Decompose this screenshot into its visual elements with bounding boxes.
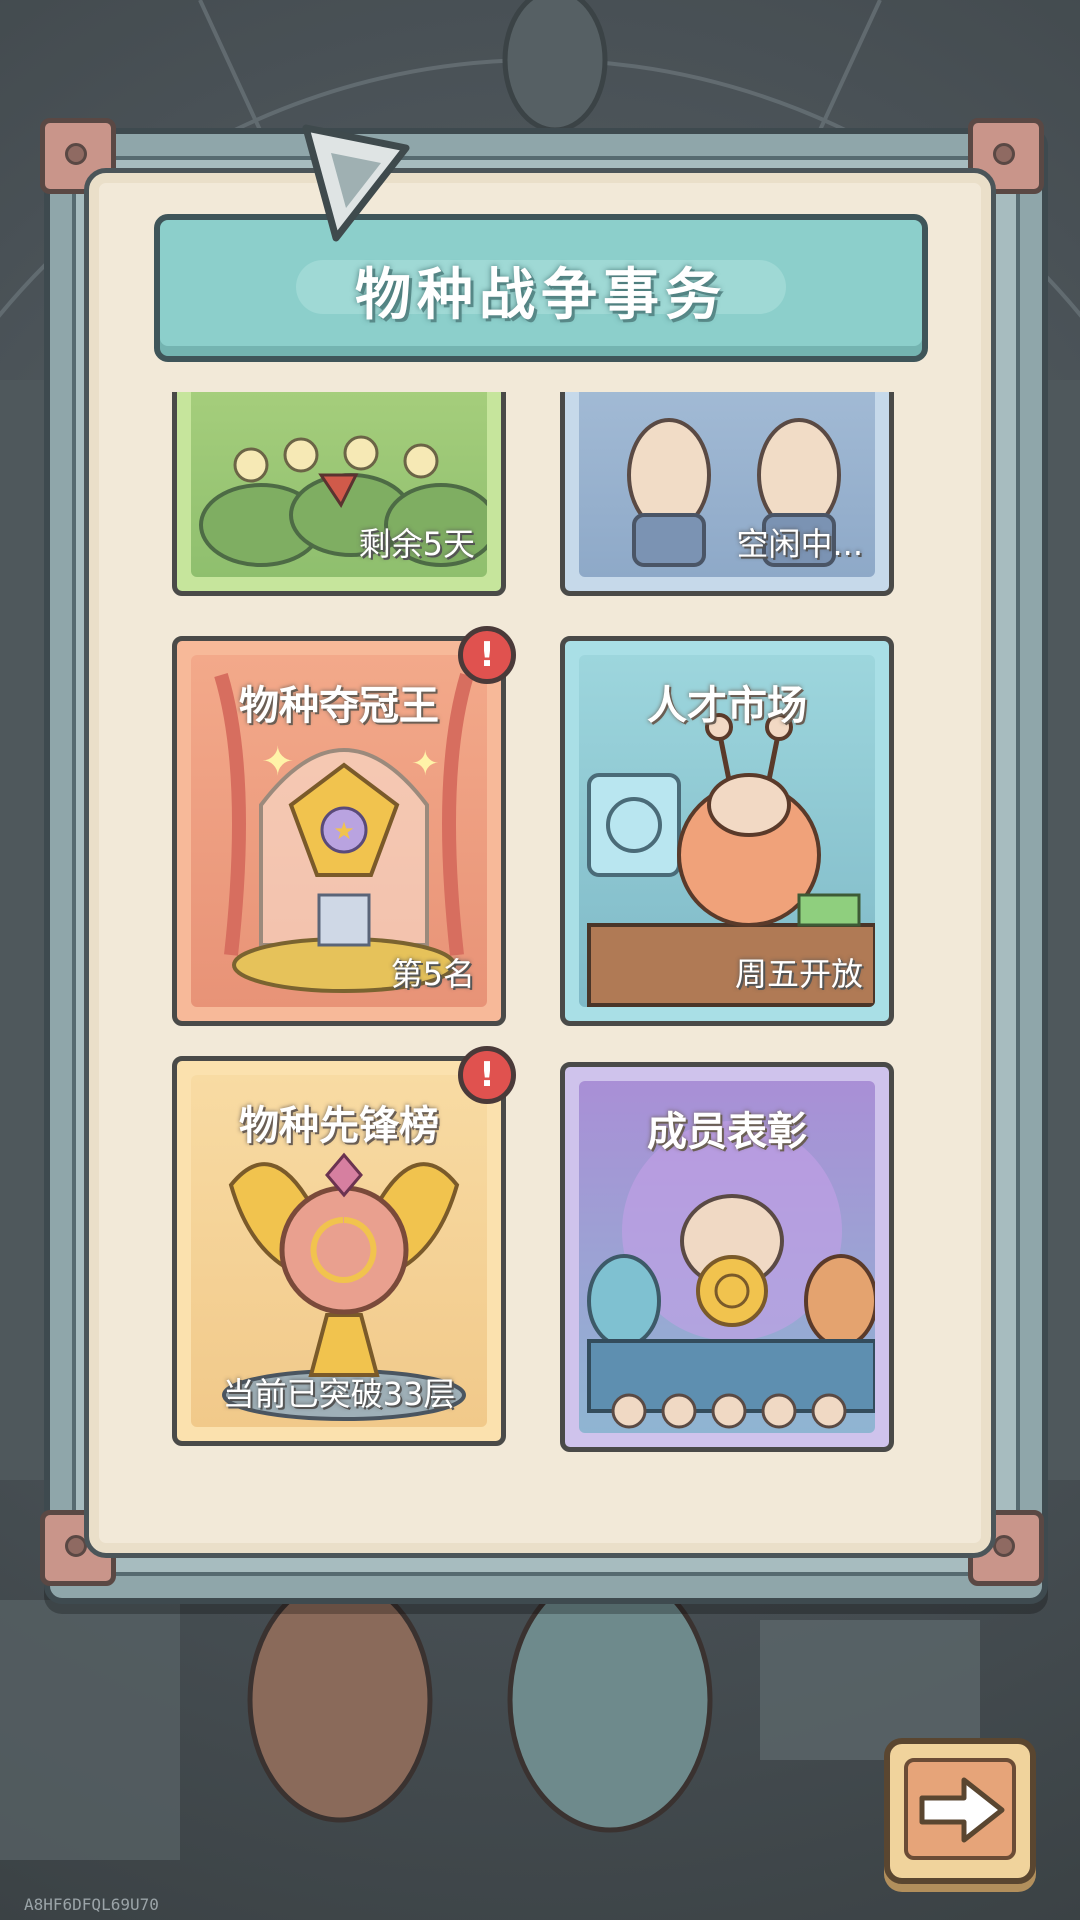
card-member-commendation[interactable]: 成员表彰 <box>560 1062 894 1452</box>
page-title: 物种战争事务 <box>355 263 727 328</box>
card-status: 剩余5天 <box>358 525 475 563</box>
arrow-right-icon <box>919 1777 1005 1843</box>
card-status: 空闲中... <box>736 525 863 563</box>
notification-badge: ! <box>458 1046 516 1104</box>
header-banner: 物种战争事务 <box>154 214 928 362</box>
next-button[interactable] <box>884 1738 1036 1884</box>
card-idle-mission[interactable]: 空闲中... <box>560 392 894 596</box>
card-grid[interactable]: 剩余5天 空闲中... ★ ✦ ✦ 物种夺冠王 第5名 ! 人才市场 周五开放 … <box>168 392 904 1472</box>
card-species-battle[interactable]: 剩余5天 <box>172 392 506 596</box>
svg-text:✦: ✦ <box>261 739 295 785</box>
card-title: 人才市场 <box>647 683 807 729</box>
build-id-watermark: A8HF6DFQL69U70 <box>24 1895 159 1914</box>
card-title: 物种先锋榜 <box>239 1103 439 1149</box>
card-title: 物种夺冠王 <box>239 683 439 729</box>
card-title: 成员表彰 <box>647 1109 807 1155</box>
card-species-vanguard[interactable]: 物种先锋榜 当前已突破33层 <box>172 1056 506 1446</box>
notification-badge: ! <box>458 626 516 684</box>
card-status: 周五开放 <box>734 955 863 993</box>
svg-text:★: ★ <box>333 817 355 845</box>
card-status: 第5名 <box>390 955 475 993</box>
svg-text:✦: ✦ <box>411 744 440 784</box>
card-status: 当前已突破33层 <box>222 1375 456 1413</box>
card-talent-market[interactable]: 人才市场 周五开放 <box>560 636 894 1026</box>
hanging-hook-icon <box>302 124 410 242</box>
card-species-champion[interactable]: ★ ✦ ✦ 物种夺冠王 第5名 <box>172 636 506 1026</box>
